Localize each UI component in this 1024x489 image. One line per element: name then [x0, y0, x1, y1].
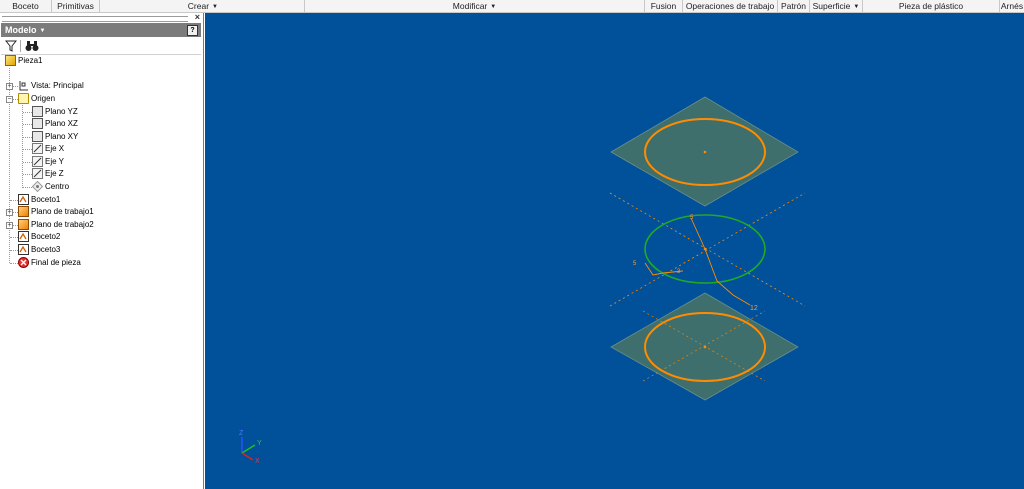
- tree-guide-line: [10, 237, 18, 238]
- browser-toolbar: [1, 38, 201, 55]
- model-browser-panel: × Modelo ▼ ? Pieza1 + Vista: Principal −…: [0, 12, 204, 489]
- tree-guide-line: [23, 124, 32, 125]
- plane-icon: [32, 131, 43, 142]
- tab-superficie[interactable]: Superficie ▼: [810, 0, 863, 12]
- tree-guide-line: [10, 250, 18, 251]
- browser-header[interactable]: Modelo ▼ ?: [1, 23, 201, 37]
- plane-icon: [32, 118, 43, 129]
- tab-patron[interactable]: Patrón: [778, 0, 810, 12]
- folder-icon: [18, 93, 29, 104]
- filter-icon[interactable]: [5, 40, 17, 52]
- ribbon-tab-bar: Boceto Primitivas Crear ▼ Modificar ▼ Fusi…: [0, 0, 1024, 13]
- view-icon: [18, 80, 29, 91]
- sketch-icon: [18, 194, 29, 205]
- sketch-icon: [18, 231, 29, 242]
- panel-grip[interactable]: [2, 16, 188, 22]
- plane-icon: [32, 106, 43, 117]
- axis-icon: [32, 143, 43, 154]
- tree-guide-line: [23, 162, 32, 163]
- binoculars-icon[interactable]: [25, 40, 39, 52]
- tab-primitivas[interactable]: Primitivas: [52, 0, 100, 12]
- expand-icon[interactable]: +: [6, 209, 13, 216]
- help-icon[interactable]: ?: [187, 25, 198, 36]
- work-plane-icon: [18, 206, 29, 217]
- triad-y-axis: [241, 444, 256, 454]
- work-plane-icon: [18, 219, 29, 230]
- tree-guide-line: [23, 112, 32, 113]
- chevron-down-icon: ▼: [39, 28, 46, 34]
- view-triad: Z Y X: [239, 430, 262, 465]
- viewport-canvas[interactable]: 5 3 5 12 Z Y X: [205, 13, 1024, 489]
- tab-pieza-de-plastico[interactable]: Pieza de plástico: [863, 0, 1000, 12]
- browser-title: Modelo: [5, 25, 37, 35]
- center-point-icon: [32, 181, 43, 192]
- dimension-leader: [690, 217, 751, 306]
- bottom-center-point: [703, 345, 707, 349]
- toolbar-divider: [20, 40, 21, 52]
- tab-operaciones-de-trabajo[interactable]: Operaciones de trabajo: [683, 0, 778, 12]
- graphics-viewport[interactable]: 5 3 5 12 Z Y X: [205, 13, 1024, 489]
- tab-modificar[interactable]: Modificar ▼: [305, 0, 645, 12]
- tree-guide-line: [23, 187, 32, 188]
- tree-guide-line: [23, 149, 32, 150]
- triad-z-label: Z: [239, 430, 244, 437]
- tree-guide-line: [23, 174, 32, 175]
- expand-icon[interactable]: +: [6, 83, 13, 90]
- tab-arnes[interactable]: Arnés: [1000, 0, 1024, 12]
- sketch-icon: [18, 244, 29, 255]
- axis-icon: [32, 168, 43, 179]
- tab-crear[interactable]: Crear ▼: [100, 0, 305, 12]
- chevron-down-icon: ▼: [490, 4, 497, 10]
- tree-guide-line: [10, 263, 18, 264]
- dimension-label[interactable]: 12: [750, 305, 758, 312]
- chevron-down-icon: ▼: [212, 4, 218, 10]
- collapse-icon[interactable]: −: [6, 96, 13, 103]
- chevron-down-icon: ▼: [853, 4, 860, 10]
- tree-guide-line: [10, 200, 18, 201]
- close-icon[interactable]: ×: [195, 12, 200, 22]
- triad-y-label: Y: [257, 440, 262, 447]
- triad-x-axis: [241, 452, 254, 461]
- expand-icon[interactable]: +: [6, 222, 13, 229]
- end-of-part-icon: [18, 257, 29, 268]
- triad-x-label: X: [255, 458, 260, 465]
- tab-fusion[interactable]: Fusion: [645, 0, 683, 12]
- part-icon: [5, 55, 16, 66]
- top-center-point: [703, 150, 707, 154]
- axis-icon: [32, 156, 43, 167]
- tab-boceto[interactable]: Boceto: [0, 0, 52, 12]
- dimension-label[interactable]: 3: [677, 269, 681, 275]
- tree-guide-line: [23, 137, 32, 138]
- dimension-label[interactable]: 5: [633, 261, 637, 267]
